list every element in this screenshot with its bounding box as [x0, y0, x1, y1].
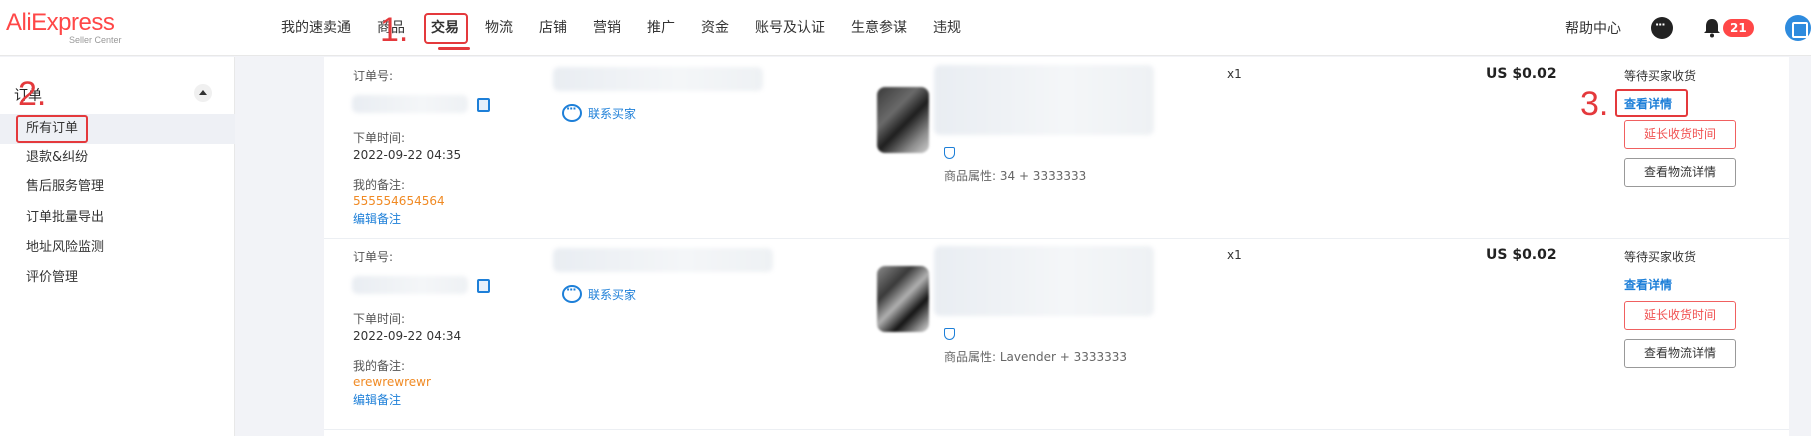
- chat-bubble-icon: [562, 283, 582, 303]
- verified-shield-icon: [944, 147, 955, 159]
- order-row: 订单号: 下单时间: 2022-09-22 04:34 我的备注: erewre…: [324, 246, 1789, 430]
- order-status: 等待买家收货: [1624, 250, 1697, 264]
- view-logistics-button[interactable]: 查看物流详情: [1624, 339, 1736, 368]
- order-price: US $0.02: [1486, 66, 1557, 82]
- edit-note-link[interactable]: 编辑备注: [353, 210, 401, 227]
- order-row: 订单号: 下单时间: 2022-09-22 04:35 我的备注: 555554…: [324, 57, 1789, 239]
- copy-icon[interactable]: [477, 279, 490, 293]
- sidebar-item-all-orders[interactable]: 所有订单: [0, 114, 235, 144]
- product-title-redacted: [934, 246, 1154, 316]
- product-attributes: 商品属性: 34 + 3333333: [944, 169, 1087, 183]
- my-note-value: erewrewrewr: [353, 375, 431, 389]
- extend-receipt-button[interactable]: 延长收货时间: [1624, 120, 1736, 149]
- product-thumbnail[interactable]: [877, 266, 929, 332]
- view-detail-link[interactable]: 查看详情: [1624, 276, 1672, 293]
- order-time: 2022-09-22 04:34: [353, 329, 462, 343]
- aliexpress-logo[interactable]: AliExpress Seller Center: [6, 9, 122, 46]
- order-number-label: 订单号:: [353, 69, 394, 83]
- buyer-name-redacted: [553, 248, 773, 272]
- contact-buyer-label: 联系买家: [588, 106, 637, 121]
- header-right: 帮助中心 21: [1565, 0, 1811, 56]
- highlight-box: [1615, 89, 1688, 117]
- sidebar-item-after-sales[interactable]: 售后服务管理: [0, 172, 235, 202]
- quantity: x1: [1227, 248, 1242, 262]
- nav-trade[interactable]: 交易: [418, 0, 472, 56]
- logo-subtitle: Seller Center: [69, 35, 122, 45]
- top-header: AliExpress Seller Center 我的速卖通 商品 交易 物流 …: [0, 0, 1811, 56]
- contact-buyer-link[interactable]: 联系买家: [562, 102, 637, 122]
- nav-store[interactable]: 店铺: [526, 0, 580, 56]
- order-list: 订单号: 下单时间: 2022-09-22 04:35 我的备注: 555554…: [324, 57, 1789, 436]
- order-time-label: 下单时间:: [353, 312, 406, 326]
- nav-promotion[interactable]: 推广: [634, 0, 688, 56]
- order-time: 2022-09-22 04:35: [353, 148, 462, 162]
- nav-marketing[interactable]: 营销: [580, 0, 634, 56]
- view-logistics-button[interactable]: 查看物流详情: [1624, 158, 1736, 187]
- notification-button[interactable]: 21: [1703, 14, 1755, 42]
- nav-funds[interactable]: 资金: [688, 0, 742, 56]
- product-thumbnail[interactable]: [877, 87, 929, 153]
- order-number-redacted: [352, 95, 468, 113]
- help-center-link[interactable]: 帮助中心: [1565, 18, 1621, 38]
- sidebar-item-address-risk[interactable]: 地址风险监测: [0, 233, 235, 263]
- active-underline: [438, 47, 470, 50]
- store-icon[interactable]: [1785, 15, 1811, 41]
- sidebar-item-batch-export[interactable]: 订单批量导出: [0, 203, 235, 233]
- nav-logistics[interactable]: 物流: [472, 0, 526, 56]
- order-number-redacted: [352, 276, 468, 294]
- annotation-step-1: 1.: [380, 11, 409, 49]
- chat-bubble-icon: [562, 102, 582, 122]
- nav-account[interactable]: 账号及认证: [742, 0, 838, 56]
- quantity: x1: [1227, 67, 1242, 81]
- annotation-step-2: 2.: [18, 75, 47, 113]
- highlight-box: [16, 115, 88, 143]
- copy-icon[interactable]: [477, 98, 490, 112]
- order-price: US $0.02: [1486, 247, 1557, 263]
- main-nav: 我的速卖通 商品 交易 物流 店铺 营销 推广 资金 账号及认证 生意参谋 违规: [268, 0, 974, 56]
- contact-buyer-link[interactable]: 联系买家: [562, 283, 637, 303]
- edit-note-link[interactable]: 编辑备注: [353, 391, 401, 408]
- sidebar: 订单 2. 所有订单 退款&纠纷 售后服务管理 订单批量导出 地址风险监测 评价…: [0, 57, 235, 436]
- notification-badge: 21: [1723, 19, 1754, 37]
- verified-shield-icon: [944, 328, 955, 340]
- sidebar-item-reviews[interactable]: 评价管理: [0, 263, 235, 293]
- nav-violations[interactable]: 违规: [920, 0, 974, 56]
- product-attributes: 商品属性: Lavender + 3333333: [944, 350, 1128, 364]
- order-number-label: 订单号:: [353, 250, 394, 264]
- contact-buyer-label: 联系买家: [588, 287, 637, 302]
- collapse-icon[interactable]: [194, 84, 212, 102]
- message-icon[interactable]: [1651, 17, 1673, 39]
- my-note-value: 555554654564: [353, 194, 445, 208]
- my-note-label: 我的备注:: [353, 359, 406, 373]
- nav-my-aliexpress[interactable]: 我的速卖通: [268, 0, 364, 56]
- highlight-box: [424, 13, 468, 44]
- order-status: 等待买家收货: [1624, 69, 1697, 83]
- buyer-name-redacted: [553, 67, 763, 91]
- my-note-label: 我的备注:: [353, 178, 406, 192]
- product-title-redacted: [934, 65, 1154, 135]
- annotation-step-3: 3.: [1580, 85, 1609, 123]
- extend-receipt-button[interactable]: 延长收货时间: [1624, 301, 1736, 330]
- nav-business-advisor[interactable]: 生意参谋: [838, 0, 920, 56]
- sidebar-item-refunds[interactable]: 退款&纠纷: [0, 143, 235, 173]
- order-time-label: 下单时间:: [353, 131, 406, 145]
- bell-icon: [1704, 19, 1720, 38]
- logo-text: AliExpress: [6, 9, 115, 36]
